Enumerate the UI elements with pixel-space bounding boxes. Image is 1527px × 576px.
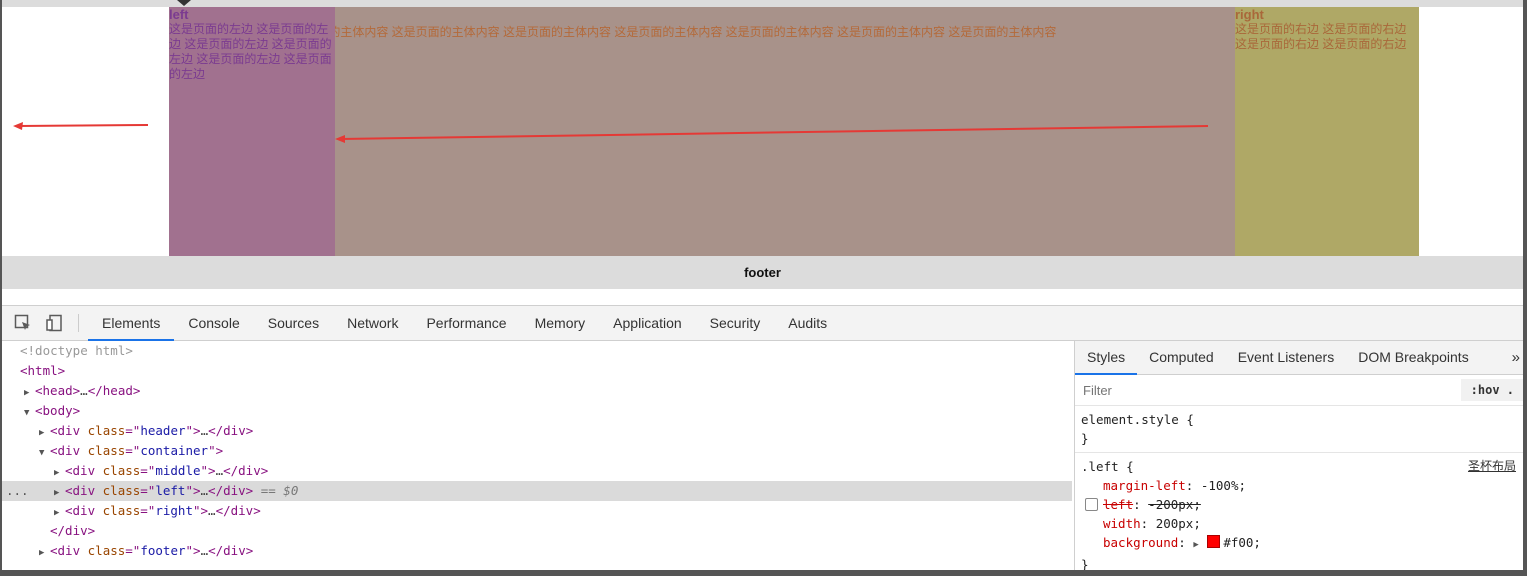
tab-performance[interactable]: Performance	[412, 306, 520, 340]
header-strip	[2, 0, 1523, 7]
declaration-margin-left[interactable]: margin-left: -100%;	[1081, 476, 1518, 495]
tab-network[interactable]: Network	[333, 306, 412, 340]
right-column: right 这是页面的右边 这是页面的右边 这是页面的右边 这是页面的右边	[1235, 7, 1419, 256]
head-node[interactable]: ▶ <head>…</head>	[2, 381, 1072, 401]
tab-elements[interactable]: Elements	[88, 306, 175, 341]
inspect-element-icon[interactable]	[14, 314, 32, 332]
middle-div-node[interactable]: ▶ <div class="middle">…</div>	[2, 461, 1072, 481]
declaration-background[interactable]: background: ▶ #f00;	[1081, 533, 1518, 555]
right-title: right	[1235, 7, 1264, 22]
left-column: left 这是页面的左边 这是页面的左边 这是页面的左边 这是页面的左边 这是页…	[169, 7, 335, 256]
body-node[interactable]: ▼ <body>	[2, 401, 1072, 421]
rule-close-brace: }	[1081, 557, 1089, 570]
collapse-triangle-icon[interactable]: ▼	[24, 403, 35, 423]
expand-triangle-icon[interactable]: ▶	[1193, 536, 1204, 555]
middle-text: 这是页面的主体内容 这是页面的主体内容 这是页面的主体内容 这是页面的主体内容 …	[335, 25, 1057, 39]
hov-toggle-button[interactable]: :hov .	[1460, 379, 1523, 401]
expand-triangle-icon[interactable]: ▶	[54, 463, 65, 483]
expand-triangle-icon[interactable]: ▶	[24, 383, 35, 403]
stylesheet-source-link[interactable]: 圣杯布局	[1468, 457, 1516, 476]
tab-audits[interactable]: Audits	[774, 306, 841, 340]
element-highlight-pointer	[177, 0, 191, 6]
left-class-rule[interactable]: .left { 圣杯布局 margin-left: -100%; left: -…	[1075, 453, 1523, 570]
devtools-toolbar: Elements Console Sources Network Perform…	[2, 306, 1523, 341]
more-tabs-icon[interactable]: »	[1512, 349, 1523, 366]
tab-computed[interactable]: Computed	[1137, 341, 1226, 374]
tab-sources[interactable]: Sources	[254, 306, 333, 340]
styles-filter-input[interactable]	[1075, 381, 1461, 399]
html-node[interactable]: <html>	[2, 361, 1072, 381]
container-close-node[interactable]: </div>	[2, 521, 1072, 541]
tab-event-listeners[interactable]: Event Listeners	[1226, 341, 1347, 374]
tab-memory[interactable]: Memory	[521, 306, 600, 340]
expand-triangle-icon[interactable]: ▶	[39, 423, 50, 443]
expand-triangle-icon[interactable]: ▶	[54, 483, 65, 503]
doctype-node[interactable]: <!doctype html>	[2, 341, 1072, 361]
right-div-node[interactable]: ▶ <div class="right">…</div>	[2, 501, 1072, 521]
expand-triangle-icon[interactable]: ▶	[54, 503, 65, 523]
elements-tree: <!doctype html> <html> ▶ <head>…</head> ▼…	[2, 341, 1072, 570]
more-dots-icon[interactable]: ...	[6, 481, 29, 501]
tab-application[interactable]: Application	[599, 306, 696, 340]
expand-triangle-icon[interactable]: ▶	[39, 543, 50, 563]
browser-viewport: 这是页面的主体内容 这是页面的主体内容 这是页面的主体内容 这是页面的主体内容 …	[2, 0, 1523, 570]
tab-console[interactable]: Console	[174, 306, 253, 340]
element-style-rule[interactable]: element.style { }	[1075, 406, 1523, 453]
footer-div-node[interactable]: ▶ <div class="footer">…</div>	[2, 541, 1072, 561]
tab-styles[interactable]: Styles	[1075, 341, 1138, 375]
header-div-node[interactable]: ▶ <div class="header">…</div>	[2, 421, 1072, 441]
devtools-tabs: Elements Console Sources Network Perform…	[88, 306, 841, 341]
styles-sidebar: Styles Computed Event Listeners DOM Brea…	[1074, 341, 1523, 570]
color-swatch[interactable]	[1207, 535, 1221, 548]
left-text: 这是页面的左边 这是页面的左边 这是页面的左边 这是页面的左边 这是页面的左边 …	[169, 22, 332, 81]
collapse-triangle-icon[interactable]: ▼	[39, 443, 50, 463]
styles-tabs: Styles Computed Event Listeners DOM Brea…	[1075, 341, 1523, 375]
tab-dom-breakpoints[interactable]: DOM Breakpoints	[1346, 341, 1480, 374]
annotation-arrow-left	[13, 122, 149, 130]
rule-selector: .left {	[1081, 459, 1134, 474]
selected-marker: == $0	[260, 483, 299, 498]
toolbar-divider	[78, 314, 79, 332]
declaration-left-disabled[interactable]: left: -200px;	[1081, 495, 1518, 514]
rule-close-brace: }	[1081, 431, 1089, 446]
tab-security[interactable]: Security	[696, 306, 775, 340]
container-div-node[interactable]: ▼ <div class="container">	[2, 441, 1072, 461]
devtools-panel: Elements Console Sources Network Perform…	[2, 305, 1523, 570]
left-div-node-selected[interactable]: ... ▶ <div class="left">…</div> == $0	[2, 481, 1072, 501]
element-style-selector: element.style {	[1081, 412, 1194, 427]
filter-row: :hov .	[1075, 375, 1523, 406]
declaration-width[interactable]: width: 200px;	[1081, 514, 1518, 533]
right-text: 这是页面的右边 这是页面的右边 这是页面的右边 这是页面的右边	[1235, 22, 1407, 51]
left-title: left	[169, 7, 189, 22]
device-toolbar-icon[interactable]	[46, 314, 64, 332]
footer-bar: footer	[2, 256, 1523, 289]
declaration-checkbox[interactable]	[1085, 498, 1098, 511]
annotation-arrow-middle	[335, 125, 1209, 143]
